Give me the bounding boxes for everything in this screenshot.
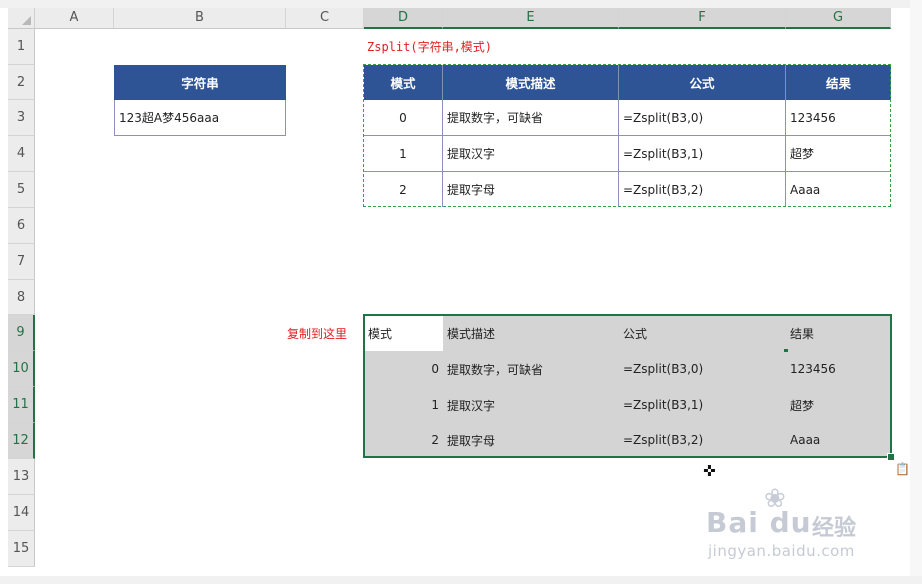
ref-header-mode[interactable]: 模式	[364, 65, 443, 100]
window-frame-right	[910, 0, 922, 584]
pasted-header-result[interactable]: 结果	[786, 315, 891, 351]
column-header-d[interactable]: D	[364, 8, 443, 29]
spreadsheet: A B C D E F G 1 2 3 4 5 6 7 8 9 10 11 12…	[0, 0, 922, 584]
watermark-url: jingyan.baidu.com	[708, 542, 855, 560]
pasted-cell-result[interactable]: Aaaa	[786, 423, 891, 457]
fill-handle[interactable]	[887, 453, 895, 461]
pasted-cell-result[interactable]: 超梦	[786, 387, 891, 423]
ref-cell-formula[interactable]: =Zsplit(B3,1)	[619, 136, 786, 172]
pasted-active-cell[interactable]: 模式	[364, 315, 443, 351]
ref-cell-mode[interactable]: 1	[364, 136, 443, 172]
row-header-5[interactable]: 5	[8, 172, 35, 208]
column-header-c[interactable]: C	[286, 8, 364, 29]
ref-cell-result[interactable]: 超梦	[786, 136, 891, 172]
select-all-button[interactable]	[8, 8, 35, 29]
ref-header-description[interactable]: 模式描述	[443, 65, 619, 100]
input-table-header[interactable]: 字符串	[114, 65, 286, 100]
column-header-b[interactable]: B	[114, 8, 286, 29]
ref-cell-description[interactable]: 提取数字，可缺省	[443, 100, 619, 136]
pasted-cell-formula[interactable]: =Zsplit(B3,1)	[619, 387, 786, 423]
pasted-cell-description[interactable]: 提取汉字	[443, 387, 619, 423]
ref-header-formula[interactable]: 公式	[619, 65, 786, 100]
pasted-cell-description[interactable]: 提取数字，可缺省	[443, 351, 619, 387]
watermark-cn-text: 经验	[812, 516, 857, 541]
pasted-header-formula[interactable]: 公式	[619, 315, 786, 351]
column-header-g[interactable]: G	[786, 8, 891, 29]
row-header-13[interactable]: 13	[8, 459, 35, 495]
pasted-cell-result[interactable]: 123456	[786, 351, 891, 387]
column-header-f[interactable]: F	[619, 8, 786, 29]
formula-syntax-title: Zsplit(字符串,模式)	[367, 40, 493, 54]
select-all-triangle-icon	[22, 16, 31, 25]
pasted-cell-description[interactable]: 提取字母	[443, 423, 619, 457]
row-header-14[interactable]: 14	[8, 495, 35, 531]
ref-cell-result[interactable]: Aaaa	[786, 172, 891, 207]
watermark-logo-text: Bai du	[706, 506, 812, 539]
paste-options-clipboard-icon[interactable]: 📋	[895, 462, 910, 477]
ref-cell-formula[interactable]: =Zsplit(B3,0)	[619, 100, 786, 136]
pasted-header-description[interactable]: 模式描述	[443, 315, 619, 351]
column-header-e[interactable]: E	[443, 8, 619, 29]
row-header-11[interactable]: 11	[8, 387, 35, 423]
row-header-8[interactable]: 8	[8, 280, 35, 315]
column-header-a[interactable]: A	[35, 8, 114, 29]
ref-cell-description[interactable]: 提取字母	[443, 172, 619, 207]
pasted-cell-mode[interactable]: 2	[364, 423, 443, 457]
row-header-10[interactable]: 10	[8, 351, 35, 387]
row-header-7[interactable]: 7	[8, 244, 35, 280]
paste-here-note: 复制到这里	[287, 327, 348, 341]
ref-header-result[interactable]: 结果	[786, 65, 891, 100]
row-header-6[interactable]: 6	[8, 208, 35, 244]
row-header-1[interactable]: 1	[8, 29, 35, 65]
window-frame-bottom	[0, 576, 922, 584]
ref-cell-mode[interactable]: 0	[364, 100, 443, 136]
row-header-15[interactable]: 15	[8, 531, 35, 567]
row-header-2[interactable]: 2	[8, 65, 35, 100]
row-header-12[interactable]: 12	[8, 423, 35, 459]
ref-cell-description[interactable]: 提取汉字	[443, 136, 619, 172]
pasted-cell-formula[interactable]: =Zsplit(B3,2)	[619, 423, 786, 457]
ref-cell-mode[interactable]: 2	[364, 172, 443, 207]
pasted-cell-mode[interactable]: 1	[364, 387, 443, 423]
pasted-cell-formula[interactable]: =Zsplit(B3,0)	[619, 351, 786, 387]
ref-cell-result[interactable]: 123456	[786, 100, 891, 136]
row-header-3[interactable]: 3	[8, 100, 35, 136]
row-header-9[interactable]: 9	[8, 315, 35, 351]
ref-cell-formula[interactable]: =Zsplit(B3,2)	[619, 172, 786, 207]
move-cursor-icon: ✜	[703, 462, 716, 480]
window-frame-top	[0, 0, 922, 8]
error-indicator-icon	[784, 349, 788, 352]
input-table-value-cell[interactable]: 123超A梦456aaa	[114, 100, 286, 136]
row-header-4[interactable]: 4	[8, 136, 35, 172]
baidu-watermark: ❀ Bai du 经验 jingyan.baidu.com	[706, 486, 886, 566]
pasted-cell-mode[interactable]: 0	[364, 351, 443, 387]
